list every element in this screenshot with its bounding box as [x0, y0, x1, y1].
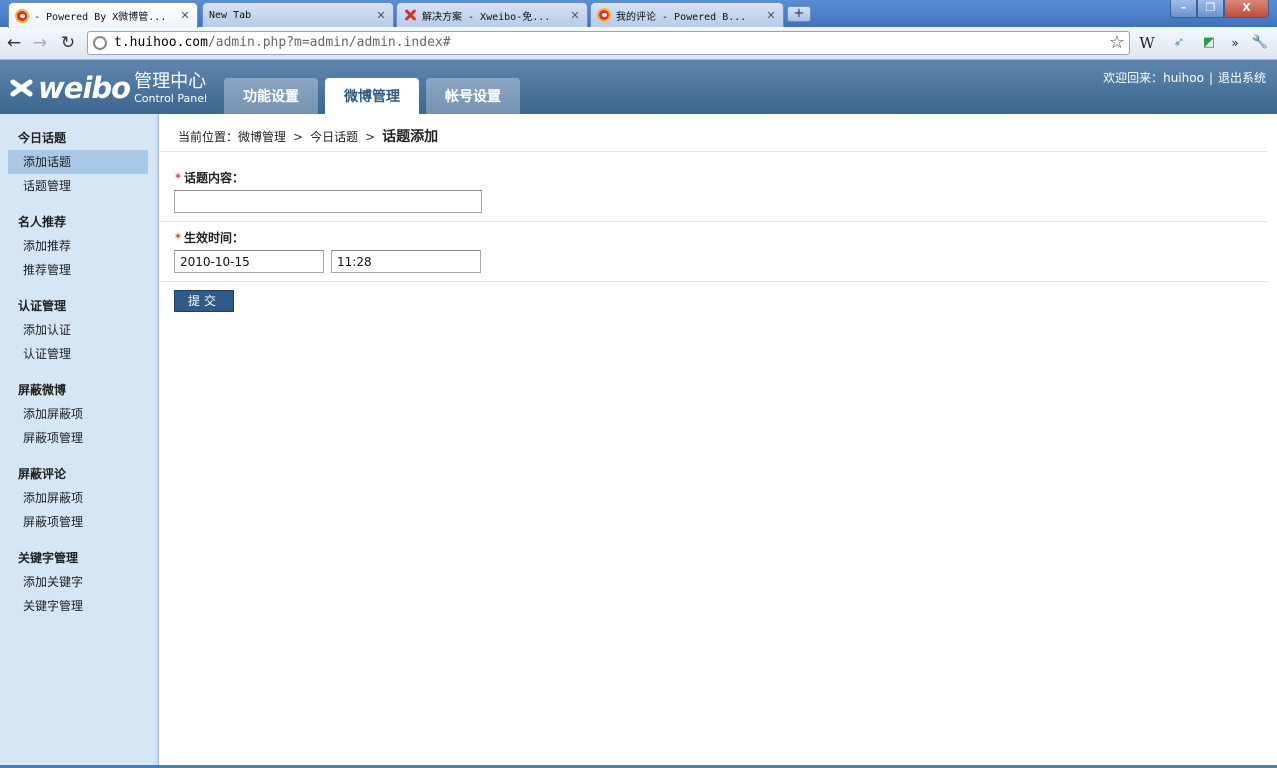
close-icon[interactable]: ✕: [375, 9, 387, 22]
weibo-logo-icon: [8, 75, 34, 101]
globe-icon: [93, 36, 107, 50]
sidebar-item-add-verification[interactable]: 添加认证: [8, 318, 148, 342]
sidebar-group-celebrity: 名人推荐 添加推荐 推荐管理: [0, 210, 158, 282]
weibo-icon: [15, 8, 29, 23]
logout-link[interactable]: 退出系统: [1218, 71, 1266, 85]
logo-cn: 管理中心: [134, 70, 207, 92]
sidebar-item-add-block-weibo[interactable]: 添加屏蔽项: [8, 402, 148, 426]
tab-feature-settings[interactable]: 功能设置: [224, 78, 318, 114]
browser-toolbar: ← → ↻ t.huihoo.com/admin.php?m=admin/adm…: [0, 27, 1277, 60]
sidebar-heading: 屏蔽评论: [18, 467, 67, 481]
forward-arrow-icon[interactable]: →: [30, 33, 50, 53]
logo-word: weibo: [38, 71, 131, 105]
wrench-icon[interactable]: 🔧: [1251, 34, 1269, 52]
reload-icon[interactable]: ↻: [58, 33, 78, 53]
effective-time-label: * 生效时间：: [175, 231, 245, 245]
close-icon[interactable]: ✕: [569, 9, 581, 22]
breadcrumb: 当前位置：微博管理 > 今日话题 > 话题添加: [178, 126, 438, 146]
tab-title: - Powered By X微博管...: [34, 12, 167, 23]
wikipedia-icon[interactable]: W: [1138, 34, 1156, 52]
sidebar-group-today-topics: 今日话题 添加话题 话题管理: [0, 126, 158, 198]
main-content: 当前位置：微博管理 > 今日话题 > 话题添加 *话题内容： *生效时间： 提交: [160, 114, 1277, 768]
sidebar-item-add-block-comment[interactable]: 添加屏蔽项: [8, 486, 148, 510]
sidebar-item-topic-manage[interactable]: 话题管理: [8, 174, 148, 198]
sidebar-item-add-topic[interactable]: 添加话题: [8, 150, 148, 174]
browser-tab-new-tab[interactable]: New Tab ✕: [202, 2, 394, 27]
back-arrow-icon[interactable]: ←: [4, 33, 24, 53]
sidebar-heading: 屏蔽微博: [18, 383, 67, 397]
date-input[interactable]: [174, 250, 324, 273]
star-icon[interactable]: ☆: [1109, 32, 1125, 54]
chevron-right-icon[interactable]: »: [1226, 34, 1244, 52]
sidebar-group-keywords: 关键字管理 添加关键字 关键字管理: [0, 546, 158, 618]
close-icon[interactable]: ✕: [179, 9, 191, 22]
sidebar-heading: 认证管理: [18, 299, 67, 313]
tab-title: 解决方案 - Xweibo-免...: [422, 11, 551, 23]
time-input[interactable]: [331, 250, 481, 273]
sidebar-heading: 今日话题: [18, 131, 67, 145]
sidebar-item-add-recommend[interactable]: 添加推荐: [8, 234, 148, 258]
close-window-icon[interactable]: X: [1224, 0, 1269, 18]
required-mark: *: [175, 171, 181, 185]
topic-content-input[interactable]: [174, 190, 482, 213]
divider: [160, 281, 1267, 282]
divider: [160, 221, 1267, 222]
welcome-bar: 欢迎回来：huihoo | 退出系统: [1103, 69, 1266, 86]
logo: weibo 管理中心 Control Panel: [8, 68, 207, 108]
sidebar: 今日话题 添加话题 话题管理 名人推荐 添加推荐 推荐管理 认证管理 添加认证 …: [0, 114, 159, 768]
tab-title: New Tab: [209, 9, 252, 21]
browser-tab-my-comments[interactable]: 我的评论 - Powered B... ✕: [590, 2, 784, 27]
browser-tab-weibo-admin[interactable]: - Powered By X微博管... ✕: [8, 2, 198, 28]
close-icon[interactable]: ✕: [765, 9, 777, 22]
app-header: weibo 管理中心 Control Panel 功能设置 微博管理 帐号设置 …: [0, 60, 1277, 114]
breadcrumb-middle[interactable]: 今日话题: [310, 130, 358, 144]
sidebar-item-recommend-manage[interactable]: 推荐管理: [8, 258, 148, 282]
sidebar-group-block-comments: 屏蔽评论 添加屏蔽项 屏蔽项管理: [0, 462, 158, 534]
submit-button[interactable]: 提交: [174, 290, 234, 312]
breadcrumb-arrow: >: [365, 130, 376, 144]
topic-content-label: * 话题内容：: [175, 171, 245, 185]
welcome-text: 欢迎回来：huihoo: [1103, 71, 1204, 85]
tab-account-settings[interactable]: 帐号设置: [426, 78, 520, 114]
address-bar[interactable]: t.huihoo.com/admin.php?m=admin/admin.ind…: [87, 31, 1130, 55]
sidebar-item-block-weibo-manage[interactable]: 屏蔽项管理: [8, 426, 148, 450]
weibo-icon: [597, 8, 611, 22]
sidebar-heading: 名人推荐: [18, 215, 67, 229]
browser-tab-xweibo[interactable]: 解决方案 - Xweibo-免... ✕: [396, 2, 588, 27]
tab-weibo-management[interactable]: 微博管理: [325, 78, 419, 114]
separator: |: [1208, 71, 1213, 85]
logo-en: Control Panel: [134, 91, 208, 105]
sidebar-item-verification-manage[interactable]: 认证管理: [8, 342, 148, 366]
minimize-icon[interactable]: –: [1170, 0, 1197, 18]
sidebar-group-verification: 认证管理 添加认证 认证管理: [0, 294, 158, 366]
sidebar-heading: 关键字管理: [18, 551, 79, 565]
divider: [160, 151, 1267, 152]
new-tab-button[interactable]: +: [787, 6, 811, 22]
extension-icon[interactable]: ◩: [1200, 34, 1218, 52]
logo-subtitle: 管理中心 Control Panel: [134, 70, 208, 105]
bird-extension-icon[interactable]: ➶: [1170, 34, 1188, 52]
sidebar-group-block-weibo: 屏蔽微博 添加屏蔽项 屏蔽项管理: [0, 378, 158, 450]
browser-tab-strip: - Powered By X微博管... ✕ New Tab ✕ 解决方案 - …: [0, 0, 1277, 28]
tab-title: 我的评论 - Powered B...: [616, 11, 747, 23]
sidebar-item-keyword-manage[interactable]: 关键字管理: [8, 594, 148, 618]
breadcrumb-arrow: >: [293, 130, 304, 144]
page-title: 话题添加: [382, 129, 439, 145]
address-url: t.huihoo.com/admin.php?m=admin/admin.ind…: [114, 35, 451, 50]
window-controls: – ❐ X: [1170, 0, 1269, 18]
breadcrumb-prefix[interactable]: 当前位置：微博管理: [178, 130, 286, 144]
xweibo-icon: [403, 8, 417, 22]
required-mark: *: [175, 231, 181, 245]
maximize-icon[interactable]: ❐: [1197, 0, 1224, 18]
sidebar-item-block-comment-manage[interactable]: 屏蔽项管理: [8, 510, 148, 534]
sidebar-item-add-keyword[interactable]: 添加关键字: [8, 570, 148, 594]
